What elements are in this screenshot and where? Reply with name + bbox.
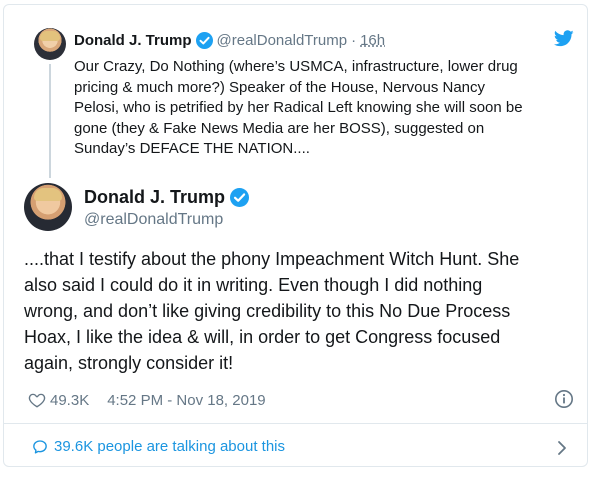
parent-tweet-header: Donald J. Trump @realDonaldTrump · 16h: [74, 32, 385, 49]
separator-dot: ·: [351, 32, 357, 49]
main-author-handle[interactable]: @realDonaldTrump: [84, 211, 223, 229]
tweet-meta: 49.3K 4:52 PM - Nov 18, 2019: [28, 391, 266, 409]
main-author-name[interactable]: Donald J. Trump: [84, 187, 225, 208]
talking-about-link[interactable]: 39.6K people are talking about this: [32, 438, 285, 455]
verified-badge-icon: [195, 32, 213, 49]
main-author-name-row: Donald J. Trump: [84, 187, 250, 208]
footer-divider: [3, 423, 588, 424]
like-count[interactable]: 49.3K: [50, 392, 89, 409]
parent-author-handle[interactable]: @realDonaldTrump: [217, 32, 348, 49]
verified-badge-icon: [230, 188, 250, 207]
tweet-timestamp[interactable]: 4:52 PM - Nov 18, 2019: [107, 392, 265, 409]
info-icon[interactable]: [554, 389, 574, 409]
parent-tweet-time[interactable]: 16h: [360, 32, 385, 49]
comment-bubble-icon: [33, 439, 47, 454]
main-avatar[interactable]: [24, 183, 72, 231]
parent-tweet-text: Our Crazy, Do Nothing (where’s USMCA, in…: [74, 58, 523, 157]
parent-avatar[interactable]: [34, 28, 66, 60]
parent-author-name[interactable]: Donald J. Trump: [74, 32, 192, 49]
twitter-bird-icon[interactable]: [554, 30, 574, 47]
talking-about-label: 39.6K people are talking about this: [54, 438, 285, 455]
thread-connector-line: [49, 64, 51, 178]
heart-icon[interactable]: [28, 391, 46, 409]
main-tweet-text: ....that I testify about the phony Impea…: [24, 249, 520, 373]
chevron-right-icon[interactable]: [556, 439, 568, 457]
